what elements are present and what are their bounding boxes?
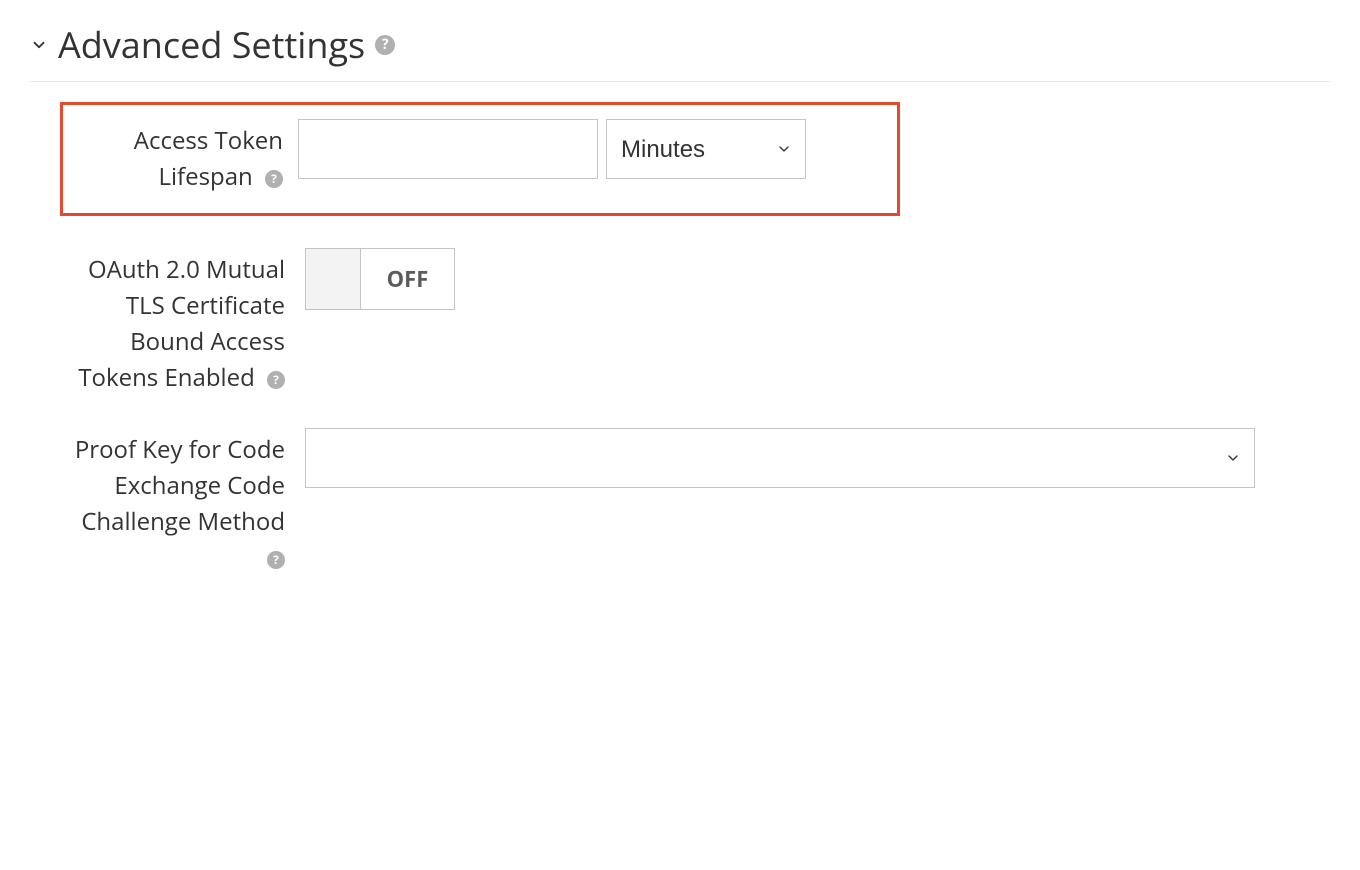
access-token-lifespan-input[interactable] xyxy=(298,119,598,179)
pkce-method-row: Proof Key for Code Exchange Code Challen… xyxy=(30,426,1330,576)
pkce-method-label-col: Proof Key for Code Exchange Code Challen… xyxy=(60,426,305,576)
pkce-method-select-wrapper xyxy=(305,428,1255,488)
access-token-lifespan-unit-select[interactable]: Minutes xyxy=(606,119,806,179)
pkce-method-select[interactable] xyxy=(305,428,1255,488)
toggle-handle xyxy=(306,249,361,309)
help-icon[interactable]: ? xyxy=(375,35,395,55)
access-token-lifespan-label: Access Token Lifespan xyxy=(134,124,283,193)
chevron-down-icon xyxy=(30,36,48,54)
access-token-lifespan-unit-wrapper: Minutes xyxy=(606,119,806,179)
advanced-settings-header[interactable]: Advanced Settings ? xyxy=(30,20,1330,82)
pkce-method-label: Proof Key for Code Exchange Code Challen… xyxy=(75,433,285,538)
oauth-mtls-label-col: OAuth 2.0 Mutual TLS Certificate Bound A… xyxy=(60,246,305,396)
help-icon[interactable]: ? xyxy=(265,170,283,188)
help-icon[interactable]: ? xyxy=(267,551,285,569)
oauth-mtls-label: OAuth 2.0 Mutual TLS Certificate Bound A… xyxy=(78,253,285,394)
oauth-mtls-row: OAuth 2.0 Mutual TLS Certificate Bound A… xyxy=(30,246,1330,396)
help-icon[interactable]: ? xyxy=(267,371,285,389)
access-token-lifespan-label-col: Access Token Lifespan ? xyxy=(73,117,298,195)
access-token-lifespan-row: Access Token Lifespan ? Minutes xyxy=(60,102,900,216)
section-title: Advanced Settings xyxy=(58,20,365,69)
toggle-state-label: OFF xyxy=(361,249,454,309)
oauth-mtls-toggle[interactable]: OFF xyxy=(305,248,455,310)
